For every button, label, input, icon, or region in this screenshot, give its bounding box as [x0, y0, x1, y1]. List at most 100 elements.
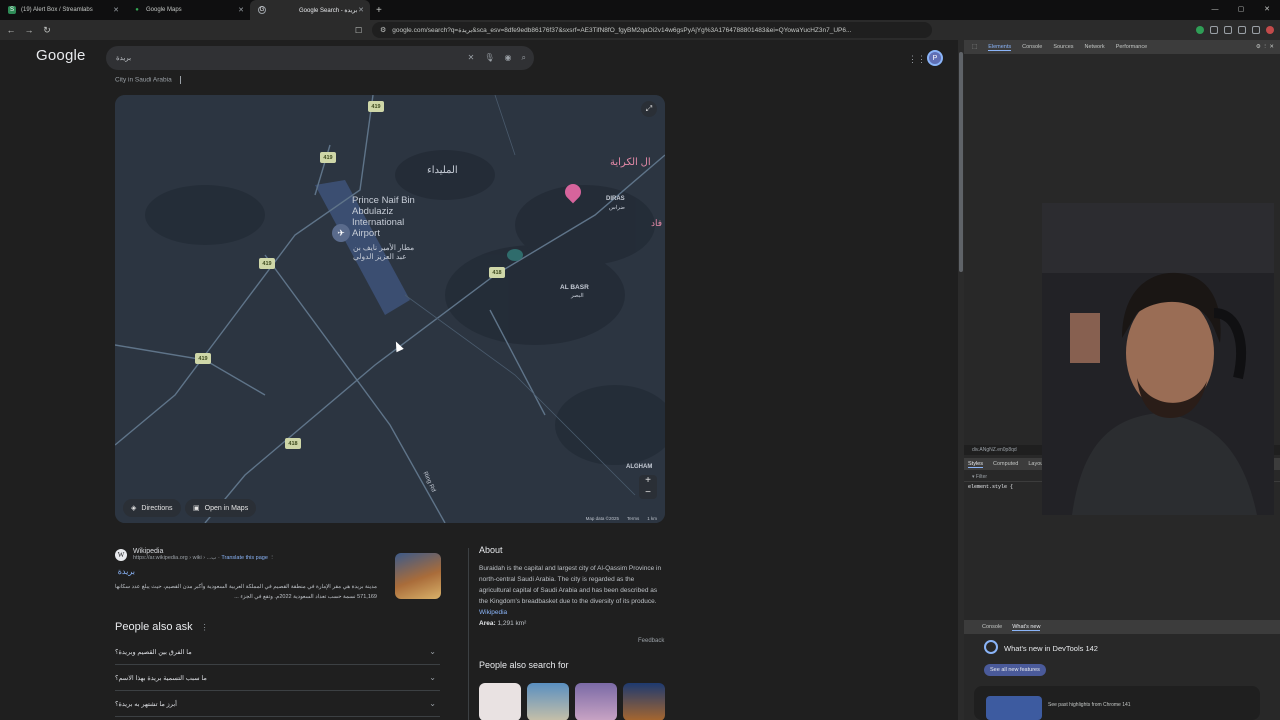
webcam-overlay: [1042, 203, 1274, 515]
related-thumbnail[interactable]: [623, 683, 665, 720]
avatar[interactable]: P: [927, 50, 943, 66]
filter-text: Filter: [975, 474, 988, 480]
close-icon[interactable]: ✕: [238, 6, 244, 14]
source-text: Wikipedia https://ar.wikipedia.org › wik…: [133, 548, 275, 561]
area-label: ال الكراية: [610, 157, 651, 168]
tab-computed[interactable]: Computed: [993, 461, 1018, 467]
area-label: Area:: [479, 620, 496, 627]
close-window-icon[interactable]: ✕: [1254, 0, 1280, 20]
site-info-icon[interactable]: ⚙: [380, 26, 386, 34]
address-bar[interactable]: ⚙ google.com/search?q=بريدة&sca_esv=8dfe…: [372, 22, 932, 38]
clear-icon[interactable]: ✕: [468, 53, 475, 63]
area-label: المليداء: [427, 165, 458, 176]
lens-icon[interactable]: ◉: [505, 53, 512, 63]
wikipedia-icon: W: [115, 548, 127, 561]
entity-subtitle: City in Saudi Arabia: [115, 76, 181, 84]
chevron-down-icon: ⌄: [429, 699, 436, 708]
search-icon[interactable]: ⌕: [522, 53, 526, 63]
window-controls: — ▢ ✕: [1202, 0, 1280, 20]
feedback-link[interactable]: Feedback: [638, 638, 664, 644]
map-icon: ▣: [193, 505, 200, 512]
terms-link[interactable]: Terms: [627, 516, 639, 521]
result-title[interactable]: بريدة: [115, 567, 135, 576]
scale-text: 1 km: [647, 516, 657, 521]
maps-icon: ●: [135, 7, 139, 13]
zoom-out-button[interactable]: −: [639, 487, 657, 499]
subtitle-text: City in Saudi Arabia: [115, 76, 172, 84]
related-thumbnail[interactable]: [575, 683, 617, 720]
tabsearch-icon[interactable]: [1252, 26, 1260, 34]
search-box[interactable]: بريدة ✕ 🎙 ◉ ⌕: [106, 46, 534, 70]
about-heading: About: [479, 545, 503, 555]
route-shield: 419: [368, 101, 384, 112]
tab-elements[interactable]: Elements: [988, 44, 1012, 51]
map-attribution: Map data ©2025 Terms 1 km: [586, 516, 657, 521]
route-shield: 419: [259, 258, 275, 269]
back-icon[interactable]: ←: [4, 25, 18, 35]
devtools-tabs: ⬚ Elements Console Sources Network Perfo…: [964, 40, 1280, 54]
sidepanel-icon[interactable]: [1238, 26, 1246, 34]
tab-google-maps[interactable]: ● Google Maps ✕: [125, 0, 250, 20]
maximize-icon[interactable]: ▢: [1228, 0, 1254, 20]
profile-icon[interactable]: [1266, 26, 1274, 34]
chevron-down-icon: ⌄: [429, 647, 436, 656]
tab-streamlabs[interactable]: S (19) Alert Box / Streamlabs ✕: [0, 0, 125, 20]
extension-icons: [1196, 20, 1274, 40]
settings-icon[interactable]: ⚙ ⋮ ✕: [1256, 44, 1274, 50]
paa-question[interactable]: ما سبب التسمية بريدة بهذا الاسم؟ ⌄: [115, 665, 440, 691]
column-divider: [468, 548, 469, 720]
extension-icon[interactable]: [1210, 26, 1218, 34]
mic-icon[interactable]: 🎙: [484, 53, 494, 63]
extension-icon[interactable]: [1196, 26, 1204, 34]
people-also-search-heading: People also search for: [479, 660, 569, 670]
related-thumbnail[interactable]: [527, 683, 569, 720]
search-query[interactable]: بريدة: [116, 54, 131, 62]
map[interactable]: ⤢ 419 419 419 419 418 418 المليداء ال ال…: [115, 95, 665, 523]
tab-network[interactable]: Network: [1085, 44, 1105, 50]
paa-text: أبرز ما تشتهر به بريدة؟: [115, 700, 177, 708]
more-icon[interactable]: ⋮: [201, 623, 209, 632]
tab-console[interactable]: Console: [1022, 44, 1042, 50]
airplane-icon[interactable]: ✈: [332, 224, 350, 242]
whats-new-drawer: What's new in DevTools 142 See all new f…: [964, 634, 1280, 720]
tab-google-search[interactable]: G Google Search - بريدة ✕: [250, 0, 370, 20]
new-tab-icon[interactable]: +: [376, 5, 382, 16]
directions-button[interactable]: ◈ Directions: [123, 499, 181, 517]
paa-question[interactable]: ما الفرق بين القصيم وبريدة؟ ⌄: [115, 639, 440, 665]
airport-label[interactable]: Prince Naif Bin Abdulaziz International …: [352, 195, 432, 239]
district-label-ar: البصر: [571, 293, 584, 299]
people-also-ask: People also ask ⋮ ما الفرق بين القصيم وبر…: [115, 621, 440, 717]
highlights-card[interactable]: See past highlights from Chrome 141: [974, 686, 1260, 720]
tab-styles[interactable]: Styles: [968, 461, 983, 468]
tab-performance[interactable]: Performance: [1116, 44, 1148, 50]
related-thumbnail[interactable]: [479, 683, 521, 720]
open-in-maps-button[interactable]: ▣ Open in Maps: [185, 499, 257, 517]
see-all-features-button[interactable]: See all new features: [984, 664, 1046, 676]
drawer-whats-new-tab[interactable]: What's new: [1012, 624, 1041, 631]
bookmark-icon[interactable]: ☐: [355, 26, 362, 35]
paa-question[interactable]: أبرز ما تشتهر به بريدة؟ ⌄: [115, 691, 440, 717]
drawer-console-tab[interactable]: Console: [982, 624, 1002, 630]
google-logo[interactable]: Google: [36, 47, 86, 64]
route-shield: 418: [285, 438, 301, 449]
about-text: Buraidah is the capital and largest city…: [479, 563, 665, 618]
close-icon[interactable]: ✕: [113, 6, 119, 14]
reload-icon[interactable]: ↻: [40, 25, 54, 36]
inspect-icon[interactable]: ⬚: [972, 44, 977, 50]
zoom-in-button[interactable]: +: [639, 475, 657, 487]
result-thumbnail[interactable]: [395, 553, 441, 599]
close-icon[interactable]: ✕: [358, 6, 364, 14]
tab-sources[interactable]: Sources: [1053, 44, 1073, 50]
minimize-icon[interactable]: —: [1202, 0, 1228, 20]
about-wikipedia-link[interactable]: Wikipedia: [479, 609, 507, 616]
extension-icon[interactable]: [1224, 26, 1232, 34]
chevron-down-icon: ⌄: [429, 673, 436, 682]
expand-map-icon[interactable]: ⤢: [641, 101, 657, 117]
scroll-thumb[interactable]: [959, 52, 963, 272]
paa-text: ما سبب التسمية بريدة بهذا الاسم؟: [115, 674, 207, 682]
translate-link[interactable]: Translate this page: [221, 555, 268, 561]
forward-icon[interactable]: →: [22, 25, 36, 35]
search-tools: ✕ 🎙 ◉ ⌕: [468, 53, 526, 63]
route-shield: 418: [489, 267, 505, 278]
airport-label-ar: مطار الأمير نايف بن عبد العزيز الدولي: [353, 243, 415, 261]
